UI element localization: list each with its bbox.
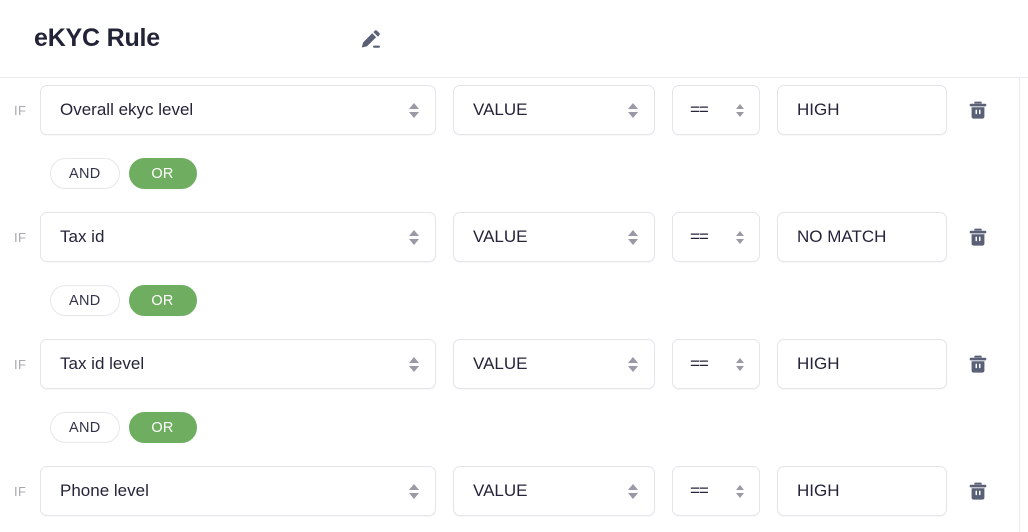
operator-select[interactable]: == [672, 339, 760, 389]
delete-rule-button[interactable] [962, 475, 994, 507]
operator-select-value: == [690, 227, 709, 246]
source-select[interactable]: VALUE [453, 466, 655, 516]
value-input[interactable]: HIGH [777, 466, 947, 516]
if-label: IF [14, 102, 27, 118]
select-stepper-icon [624, 102, 642, 118]
select-stepper-icon [405, 483, 423, 499]
rule-row: IF Tax id level VALUE == HIGH [0, 332, 1028, 396]
operator-select-value: == [690, 481, 709, 500]
attribute-select[interactable]: Overall ekyc level [40, 85, 436, 135]
operator-select-value: == [690, 354, 709, 373]
attribute-select-value: Overall ekyc level [60, 100, 194, 119]
select-stepper-icon [405, 356, 423, 372]
if-label: IF [14, 229, 27, 245]
ekyc-rule-page: eKYC Rule IF Overall ekyc level VALUE ==… [0, 0, 1028, 532]
delete-rule-button[interactable] [962, 221, 994, 253]
conjunction-or-option[interactable]: OR [128, 158, 197, 189]
select-stepper-icon [624, 483, 642, 499]
trash-icon [967, 353, 989, 375]
operator-select[interactable]: == [672, 85, 760, 135]
source-select[interactable]: VALUE [453, 85, 655, 135]
trash-icon [967, 480, 989, 502]
select-stepper-icon [405, 229, 423, 245]
rule-row: IF Tax id VALUE == NO MATCH [0, 205, 1028, 269]
pencil-edit-icon [358, 26, 384, 52]
if-label: IF [14, 483, 27, 499]
attribute-select-value: Phone level [60, 481, 149, 500]
value-input[interactable]: NO MATCH [777, 212, 947, 262]
select-stepper-icon [624, 356, 642, 372]
source-select-value: VALUE [473, 100, 528, 119]
select-stepper-icon [731, 230, 749, 244]
attribute-select-value: Tax id [60, 227, 105, 246]
value-input[interactable]: HIGH [777, 339, 947, 389]
operator-select[interactable]: == [672, 466, 760, 516]
conjunction-and-option[interactable]: AND [50, 412, 120, 443]
operator-select-value: == [690, 100, 709, 119]
source-select-value: VALUE [473, 481, 528, 500]
value-input-value: HIGH [797, 481, 840, 500]
conjunction-toggle: AND OR [0, 396, 1028, 459]
attribute-select[interactable]: Tax id level [40, 339, 436, 389]
rules-list: IF Overall ekyc level VALUE == HIGH AND … [0, 78, 1028, 532]
conjunction-toggle: AND OR [0, 269, 1028, 332]
source-select-value: VALUE [473, 227, 528, 246]
page-title: eKYC Rule [34, 24, 161, 52]
page-header: eKYC Rule [0, 0, 1028, 78]
trash-icon [967, 226, 989, 248]
rule-row: IF Phone level VALUE == HIGH [0, 459, 1028, 523]
value-input-value: HIGH [797, 354, 840, 373]
conjunction-and-option[interactable]: AND [50, 285, 120, 316]
conjunction-toggle: AND OR [0, 142, 1028, 205]
select-stepper-icon [624, 229, 642, 245]
conjunction-or-option[interactable]: OR [128, 285, 197, 316]
source-select[interactable]: VALUE [453, 212, 655, 262]
select-stepper-icon [731, 103, 749, 117]
value-input-value: HIGH [797, 100, 840, 119]
value-input[interactable]: HIGH [777, 85, 947, 135]
select-stepper-icon [405, 102, 423, 118]
conjunction-or-option[interactable]: OR [128, 412, 197, 443]
right-gutter-divider [1019, 78, 1020, 532]
select-stepper-icon [731, 357, 749, 371]
rule-row: IF Overall ekyc level VALUE == HIGH [0, 78, 1028, 142]
if-label: IF [14, 356, 27, 372]
value-input-value: NO MATCH [797, 227, 887, 246]
delete-rule-button[interactable] [962, 94, 994, 126]
trash-icon [967, 99, 989, 121]
select-stepper-icon [731, 484, 749, 498]
source-select-value: VALUE [473, 354, 528, 373]
conjunction-and-option[interactable]: AND [50, 158, 120, 189]
edit-rule-button[interactable] [356, 24, 386, 54]
operator-select[interactable]: == [672, 212, 760, 262]
delete-rule-button[interactable] [962, 348, 994, 380]
source-select[interactable]: VALUE [453, 339, 655, 389]
attribute-select[interactable]: Phone level [40, 466, 436, 516]
attribute-select-value: Tax id level [60, 354, 145, 373]
attribute-select[interactable]: Tax id [40, 212, 436, 262]
